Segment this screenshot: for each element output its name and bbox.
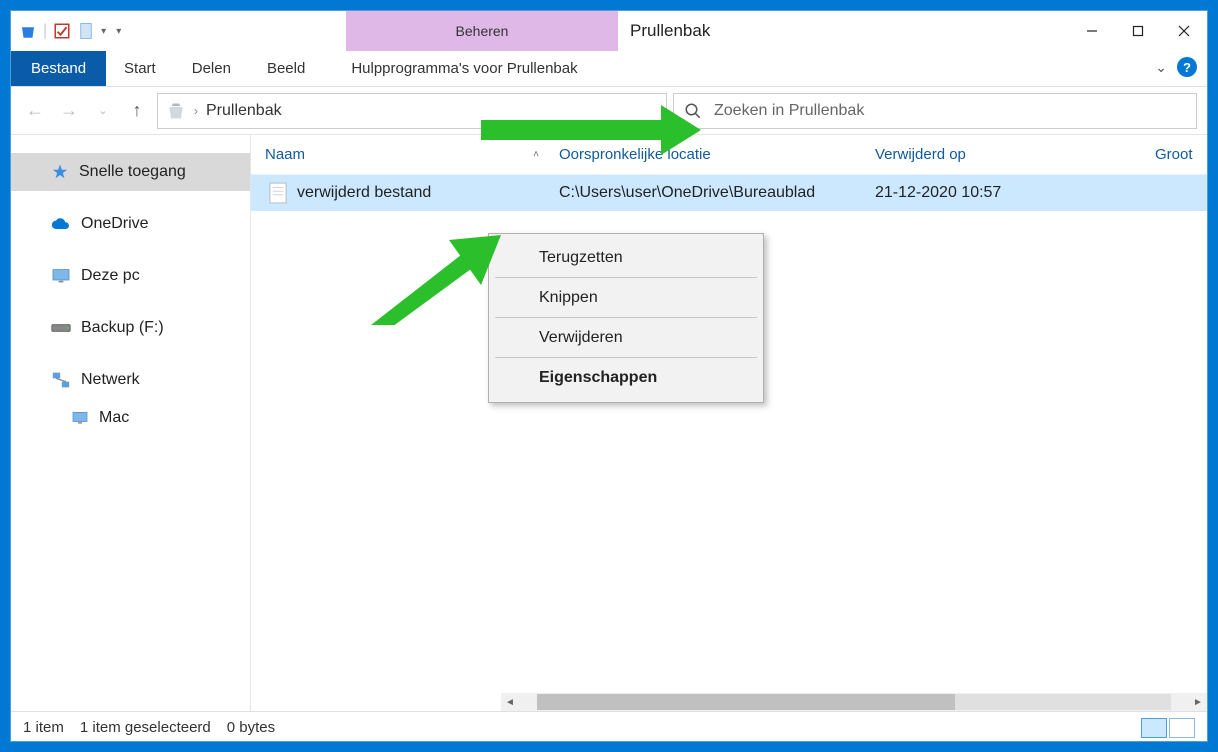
nav-forward-icon[interactable]: → bbox=[55, 97, 83, 125]
help-icon[interactable]: ? bbox=[1177, 57, 1197, 77]
scroll-thumb[interactable] bbox=[537, 694, 955, 710]
address-location: Prullenbak bbox=[206, 102, 282, 120]
annotation-arrow-icon bbox=[371, 235, 501, 325]
window-title: Prullenbak bbox=[618, 11, 1069, 51]
maximize-button[interactable] bbox=[1115, 11, 1161, 51]
sidebar-label: Deze pc bbox=[81, 267, 140, 285]
monitor-icon bbox=[51, 268, 71, 284]
qat-dropdown-icon[interactable]: ▾ bbox=[101, 26, 106, 37]
document-icon[interactable] bbox=[77, 22, 95, 40]
titlebar: | ▾ ▾ Beheren Prullenbak bbox=[11, 11, 1207, 51]
horizontal-scrollbar[interactable]: ◄ ► bbox=[501, 693, 1207, 711]
nav-up-icon[interactable]: ↑ bbox=[123, 97, 151, 125]
sidebar-label: Netwerk bbox=[81, 371, 140, 389]
cloud-icon bbox=[51, 217, 71, 231]
sidebar-label: Snelle toegang bbox=[79, 163, 186, 181]
tab-share[interactable]: Delen bbox=[174, 51, 249, 86]
navigation-pane: Snelle toegang OneDrive Deze pc Backup (… bbox=[11, 135, 251, 711]
chevron-right-icon: › bbox=[194, 104, 198, 118]
status-selected-count: 1 item geselecteerd bbox=[80, 719, 211, 736]
file-name: verwijderd bestand bbox=[297, 184, 431, 202]
column-header-size[interactable]: Groot bbox=[1145, 146, 1207, 163]
view-thumbnails-button[interactable] bbox=[1169, 718, 1195, 738]
ribbon-tabs: Bestand Start Delen Beeld Hulpprogramma'… bbox=[11, 51, 1207, 87]
context-item-delete[interactable]: Verwijderen bbox=[495, 318, 757, 358]
qat-overflow-icon[interactable]: ▾ bbox=[116, 26, 121, 37]
ribbon-collapse-icon[interactable]: ⌄ bbox=[1155, 59, 1167, 76]
column-header-deleted[interactable]: Verwijderd op bbox=[865, 146, 1145, 163]
close-button[interactable] bbox=[1161, 11, 1207, 51]
drive-icon bbox=[51, 322, 71, 334]
file-row[interactable]: verwijderd bestand C:\Users\user\OneDriv… bbox=[251, 175, 1207, 211]
file-list-pane: Naam ˄ Oorspronkelijke locatie Verwijder… bbox=[251, 135, 1207, 711]
context-item-restore[interactable]: Terugzetten bbox=[495, 238, 757, 278]
sidebar-item-quick-access[interactable]: Snelle toegang bbox=[11, 153, 250, 191]
annotation-arrow-icon bbox=[481, 105, 701, 155]
tab-file[interactable]: Bestand bbox=[11, 51, 106, 86]
search-box[interactable]: Zoeken in Prullenbak bbox=[673, 93, 1197, 129]
status-bar: 1 item 1 item geselecteerd 0 bytes bbox=[11, 711, 1207, 743]
sidebar-item-network[interactable]: Netwerk bbox=[11, 361, 250, 399]
status-size: 0 bytes bbox=[227, 719, 275, 736]
nav-back-icon[interactable]: ← bbox=[21, 97, 49, 125]
sidebar-item-mac[interactable]: Mac bbox=[11, 399, 250, 437]
cell-deleted: 21-12-2020 10:57 bbox=[865, 184, 1145, 202]
star-icon bbox=[51, 163, 69, 181]
cell-location: C:\Users\user\OneDrive\Bureaublad bbox=[549, 184, 865, 202]
explorer-window: | ▾ ▾ Beheren Prullenbak Bestand Start D… bbox=[10, 10, 1208, 742]
quick-access-toolbar: | ▾ ▾ bbox=[11, 11, 346, 51]
scroll-right-icon[interactable]: ► bbox=[1189, 693, 1207, 711]
window-controls bbox=[1069, 11, 1207, 51]
search-placeholder: Zoeken in Prullenbak bbox=[714, 102, 864, 120]
scroll-left-icon[interactable]: ◄ bbox=[501, 693, 519, 711]
network-icon bbox=[51, 371, 71, 389]
tab-view[interactable]: Beeld bbox=[249, 51, 323, 86]
tab-recycle-tools[interactable]: Hulpprogramma's voor Prullenbak bbox=[333, 51, 595, 86]
context-item-properties[interactable]: Eigenschappen bbox=[495, 358, 757, 398]
contextual-tab-group: Beheren bbox=[346, 11, 618, 51]
sidebar-item-backup-drive[interactable]: Backup (F:) bbox=[11, 309, 250, 347]
column-headers: Naam ˄ Oorspronkelijke locatie Verwijder… bbox=[251, 135, 1207, 175]
sidebar-item-onedrive[interactable]: OneDrive bbox=[11, 205, 250, 243]
monitor-icon bbox=[71, 411, 89, 425]
nav-recent-icon[interactable]: ⌄ bbox=[89, 97, 117, 125]
context-item-cut[interactable]: Knippen bbox=[495, 278, 757, 318]
recycle-bin-icon bbox=[19, 22, 37, 40]
column-label: Naam bbox=[265, 146, 305, 163]
sidebar-label: Backup (F:) bbox=[81, 319, 164, 337]
sidebar-item-this-pc[interactable]: Deze pc bbox=[11, 257, 250, 295]
status-item-count: 1 item bbox=[23, 719, 64, 736]
view-details-button[interactable] bbox=[1141, 718, 1167, 738]
recycle-bin-icon bbox=[166, 101, 186, 121]
context-menu: Terugzetten Knippen Verwijderen Eigensch… bbox=[488, 233, 764, 403]
minimize-button[interactable] bbox=[1069, 11, 1115, 51]
properties-icon[interactable] bbox=[53, 22, 71, 40]
tab-start[interactable]: Start bbox=[106, 51, 174, 86]
sidebar-label: Mac bbox=[99, 409, 129, 427]
cell-name: verwijderd bestand bbox=[251, 182, 549, 204]
file-icon bbox=[269, 182, 287, 204]
scroll-track[interactable] bbox=[537, 694, 1171, 710]
qat-separator: | bbox=[43, 22, 47, 40]
sidebar-label: OneDrive bbox=[81, 215, 149, 233]
view-mode-buttons bbox=[1141, 718, 1195, 738]
body: Snelle toegang OneDrive Deze pc Backup (… bbox=[11, 135, 1207, 711]
